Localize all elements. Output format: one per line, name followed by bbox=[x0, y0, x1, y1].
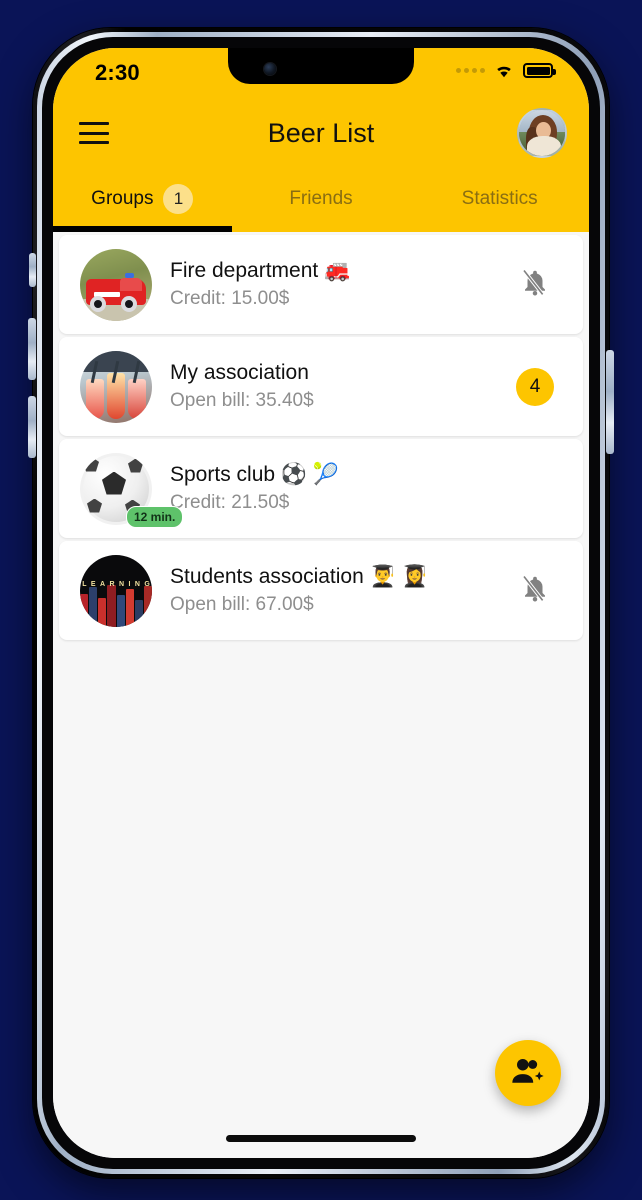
battery-full-icon bbox=[523, 63, 556, 78]
front-camera-icon bbox=[264, 63, 276, 75]
page-title: Beer List bbox=[267, 117, 375, 148]
bell-off-icon[interactable] bbox=[520, 572, 550, 609]
fire-truck-avatar bbox=[80, 248, 152, 321]
volume-down-button[interactable] bbox=[28, 396, 36, 458]
status-badge[interactable]: 4 bbox=[516, 367, 554, 406]
device-frame: 2:30 Beer List Groups 1 Friends Statisti… bbox=[0, 0, 642, 1200]
person-add-icon bbox=[511, 1056, 545, 1091]
cocktail-drinks-avatar bbox=[80, 350, 152, 423]
status-bar: 2:30 bbox=[53, 48, 589, 100]
group-title: Sports club ⚽ 🎾 bbox=[170, 463, 340, 487]
group-subtitle: Credit: 21.50$ bbox=[170, 492, 290, 514]
volume-up-button[interactable] bbox=[28, 318, 36, 380]
list-item-text: Fire department 🚒 Credit: 15.00$ bbox=[170, 257, 513, 312]
phone-screen: 2:30 Beer List Groups 1 Friends Statisti… bbox=[53, 48, 589, 1158]
status-bar-indicators bbox=[456, 62, 556, 79]
tab-bar: Groups 1 Friends Statistics bbox=[53, 166, 589, 232]
list-item-trailing[interactable] bbox=[513, 266, 557, 303]
list-item-trailing[interactable]: 4 bbox=[513, 367, 557, 406]
home-indicator[interactable] bbox=[226, 1135, 416, 1142]
bell-off-icon[interactable] bbox=[520, 266, 550, 303]
list-item[interactable]: 12 min. Sports club ⚽ 🎾 Credit: 21.50$ bbox=[59, 439, 583, 538]
profile-avatar[interactable] bbox=[517, 108, 567, 158]
group-title: Students association 👨‍🎓 👩‍🎓 bbox=[170, 565, 428, 589]
group-subtitle: Open bill: 67.00$ bbox=[170, 594, 314, 616]
books-shelf-avatar: LEARNING bbox=[80, 554, 152, 627]
group-subtitle: Credit: 15.00$ bbox=[170, 288, 290, 310]
signal-dots-icon bbox=[456, 68, 485, 73]
add-group-button[interactable] bbox=[495, 1040, 561, 1106]
tab-friends[interactable]: Friends bbox=[232, 166, 411, 232]
groups-list[interactable]: Fire department 🚒 Credit: 15.00$ My asso… bbox=[53, 232, 589, 1158]
list-item-text: Students association 👨‍🎓 👩‍🎓 Open bill: … bbox=[170, 563, 513, 618]
tab-statistics-label: Statistics bbox=[461, 188, 538, 209]
tab-statistics[interactable]: Statistics bbox=[410, 166, 589, 232]
soccer-ball-avatar: 12 min. bbox=[80, 452, 184, 528]
list-item[interactable]: My association Open bill: 35.40$ 4 bbox=[59, 337, 583, 436]
app-header: Beer List bbox=[53, 100, 589, 166]
group-subtitle: Open bill: 35.40$ bbox=[170, 390, 314, 412]
group-title: My association bbox=[170, 361, 309, 385]
power-button[interactable] bbox=[606, 350, 614, 454]
list-item-trailing[interactable] bbox=[513, 572, 557, 609]
list-item[interactable]: Fire department 🚒 Credit: 15.00$ bbox=[59, 235, 583, 334]
list-item-text: Sports club ⚽ 🎾 Credit: 21.50$ bbox=[170, 461, 513, 516]
group-title: Fire department 🚒 bbox=[170, 259, 351, 283]
screen-notch bbox=[228, 48, 414, 84]
hamburger-menu-icon[interactable] bbox=[79, 122, 109, 144]
tab-groups[interactable]: Groups 1 bbox=[53, 166, 232, 232]
list-item-text: My association Open bill: 35.40$ bbox=[170, 359, 513, 414]
avatar-image bbox=[519, 110, 565, 156]
list-item[interactable]: LEARNING Students association 👨‍🎓 👩‍🎓 Op… bbox=[59, 541, 583, 640]
tab-friends-label: Friends bbox=[289, 188, 353, 209]
wifi-icon bbox=[493, 62, 515, 79]
time-badge: 12 min. bbox=[126, 505, 184, 528]
tab-groups-badge: 1 bbox=[163, 184, 194, 214]
tab-active-indicator bbox=[53, 226, 232, 232]
status-bar-time: 2:30 bbox=[95, 60, 140, 85]
mute-switch-button[interactable] bbox=[29, 253, 36, 287]
tab-groups-label: Groups bbox=[91, 188, 154, 209]
